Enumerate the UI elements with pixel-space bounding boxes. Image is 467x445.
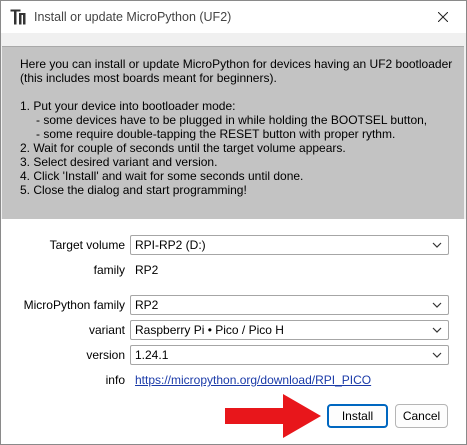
instructions-step-4: 4. Click 'Install' and wait for some sec… — [20, 169, 304, 183]
target-volume-value: RPI-RP2 (D:) — [135, 238, 206, 252]
instructions-intro-1: Here you can install or update MicroPyth… — [20, 57, 453, 71]
variant-value: Raspberry Pi • Pico / Pico H — [135, 323, 284, 337]
target-volume-select[interactable]: RPI-RP2 (D:) — [130, 235, 449, 255]
thonny-app-icon — [10, 9, 28, 25]
micropython-family-select[interactable]: RP2 — [130, 295, 449, 315]
instructions-intro-2: (this includes most boards meant for beg… — [20, 71, 277, 85]
info-label: info — [105, 373, 125, 387]
instructions-step-1a: - some devices have to be plugged in whi… — [36, 113, 428, 127]
info-link[interactable]: https://micropython.org/download/RPI_PIC… — [135, 373, 371, 387]
family-value: RP2 — [135, 263, 159, 277]
instructions-step-2: 2. Wait for couple of seconds until the … — [20, 141, 346, 155]
close-button[interactable] — [420, 1, 466, 33]
install-button[interactable]: Install — [327, 404, 388, 428]
title-bar[interactable]: Install or update MicroPython (UF2) — [1, 1, 466, 33]
version-value: 1.24.1 — [135, 348, 169, 362]
instructions-step-1: 1. Put your device into bootloader mode: — [20, 99, 236, 113]
variant-label: variant — [88, 323, 125, 337]
chevron-down-icon — [432, 327, 442, 333]
dialog-window: Install or update MicroPython (UF2) Here… — [0, 0, 467, 445]
instructions-step-3: 3. Select desired variant and version. — [20, 155, 218, 169]
red-arrow-icon — [225, 394, 321, 438]
cancel-button[interactable]: Cancel — [395, 404, 448, 428]
variant-select[interactable]: Raspberry Pi • Pico / Pico H — [130, 320, 449, 340]
target-volume-label: Target volume — [49, 238, 125, 252]
instructions-panel: Here you can install or update MicroPyth… — [2, 46, 464, 220]
family-label: family — [93, 263, 125, 277]
micropython-family-label: MicroPython family — [23, 298, 125, 312]
instructions-step-1b: - some require double-tapping the RESET … — [36, 127, 396, 141]
chevron-down-icon — [432, 302, 442, 308]
micropython-family-value: RP2 — [135, 298, 159, 312]
window-title: Install or update MicroPython (UF2) — [34, 10, 232, 24]
close-icon — [438, 12, 448, 22]
chevron-down-icon — [432, 352, 442, 358]
instructions-step-5: 5. Close the dialog and start programmin… — [20, 183, 247, 197]
version-label: version — [86, 348, 125, 362]
version-select[interactable]: 1.24.1 — [130, 345, 449, 365]
chevron-down-icon — [432, 242, 442, 248]
